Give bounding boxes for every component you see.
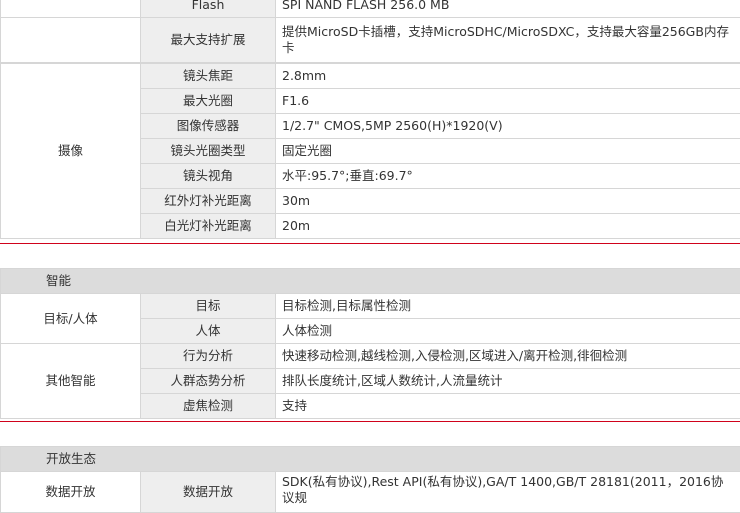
section-header-row: 开放生态 xyxy=(1,447,740,472)
spec-value: 30m xyxy=(276,189,740,214)
spec-value: 水平:95.7°;垂直:69.7° xyxy=(276,164,740,189)
spec-value: SDK(私有协议),Rest API(私有协议),GA/T 1400,GB/T … xyxy=(276,472,740,513)
spec-value: 20m xyxy=(276,214,740,239)
spec-page: Flash SPI NAND FLASH 256.0 MB 最大支持扩展 提供M… xyxy=(0,0,740,500)
camera-section: 摄像 镜头焦距 2.8mm 最大光圈 F1.6 图像传感器 1/2.7" CMO… xyxy=(0,63,740,239)
table-row: 数据开放 数据开放 SDK(私有协议),Rest API(私有协议),GA/T … xyxy=(1,472,740,513)
table-row: Flash SPI NAND FLASH 256.0 MB xyxy=(1,0,740,18)
spec-label: 虚焦检测 xyxy=(141,394,276,419)
spec-value: 排队长度统计,区域人数统计,人流量统计 xyxy=(276,369,740,394)
spec-label: 最大支持扩展 xyxy=(141,18,276,63)
category-cell xyxy=(1,18,141,63)
spec-label: 红外灯补光距离 xyxy=(141,189,276,214)
spec-value: 快速移动检测,越线检测,入侵检测,区域进入/离开检测,徘徊检测 xyxy=(276,344,740,369)
smart-section: 智能 目标/人体 目标 目标检测,目标属性检测 人体 人体检测 其他智能 行为分… xyxy=(0,268,740,419)
smart-table: 智能 目标/人体 目标 目标检测,目标属性检测 人体 人体检测 其他智能 行为分… xyxy=(0,268,740,419)
section-heading: 智能 xyxy=(1,269,740,294)
category-cell xyxy=(1,0,141,18)
spec-label: 行为分析 xyxy=(141,344,276,369)
spec-value: 2.8mm xyxy=(276,64,740,89)
spec-label: 图像传感器 xyxy=(141,114,276,139)
spec-label: 最大光圈 xyxy=(141,89,276,114)
storage-table: Flash SPI NAND FLASH 256.0 MB 最大支持扩展 提供M… xyxy=(0,0,740,63)
category-target: 目标/人体 xyxy=(1,294,141,344)
spec-label: 镜头视角 xyxy=(141,164,276,189)
spec-label: 白光灯补光距离 xyxy=(141,214,276,239)
spec-label: Flash xyxy=(141,0,276,18)
table-row: 其他智能 行为分析 快速移动检测,越线检测,入侵检测,区域进入/离开检测,徘徊检… xyxy=(1,344,740,369)
table-row: 目标/人体 目标 目标检测,目标属性检测 xyxy=(1,294,740,319)
spec-label: 数据开放 xyxy=(141,472,276,513)
open-table: 开放生态 数据开放 数据开放 SDK(私有协议),Rest API(私有协议),… xyxy=(0,446,740,513)
camera-table: 摄像 镜头焦距 2.8mm 最大光圈 F1.6 图像传感器 1/2.7" CMO… xyxy=(0,63,740,239)
spec-value: 目标检测,目标属性检测 xyxy=(276,294,740,319)
spec-label: 目标 xyxy=(141,294,276,319)
storage-section: Flash SPI NAND FLASH 256.0 MB 最大支持扩展 提供M… xyxy=(0,0,740,63)
open-section: 开放生态 数据开放 数据开放 SDK(私有协议),Rest API(私有协议),… xyxy=(0,446,740,513)
section-header-row: 智能 xyxy=(1,269,740,294)
table-row: 摄像 镜头焦距 2.8mm xyxy=(1,64,740,89)
section-heading: 开放生态 xyxy=(1,447,740,472)
category-other: 其他智能 xyxy=(1,344,141,419)
spec-value: 固定光圈 xyxy=(276,139,740,164)
table-row: 最大支持扩展 提供MicroSD卡插槽，支持MicroSDHC/MicroSDX… xyxy=(1,18,740,63)
spec-label: 人群态势分析 xyxy=(141,369,276,394)
spec-label: 镜头焦距 xyxy=(141,64,276,89)
section-divider xyxy=(0,243,740,244)
spec-value: SPI NAND FLASH 256.0 MB xyxy=(276,0,740,18)
spec-value: 人体检测 xyxy=(276,319,740,344)
category-data: 数据开放 xyxy=(1,472,141,513)
spec-value: 1/2.7" CMOS,5MP 2560(H)*1920(V) xyxy=(276,114,740,139)
spec-value: 提供MicroSD卡插槽，支持MicroSDHC/MicroSDXC，支持最大容… xyxy=(276,18,740,63)
section-divider xyxy=(0,421,740,422)
spec-value: 支持 xyxy=(276,394,740,419)
spec-label: 人体 xyxy=(141,319,276,344)
category-camera: 摄像 xyxy=(1,64,141,239)
spec-label: 镜头光圈类型 xyxy=(141,139,276,164)
spec-value: F1.6 xyxy=(276,89,740,114)
